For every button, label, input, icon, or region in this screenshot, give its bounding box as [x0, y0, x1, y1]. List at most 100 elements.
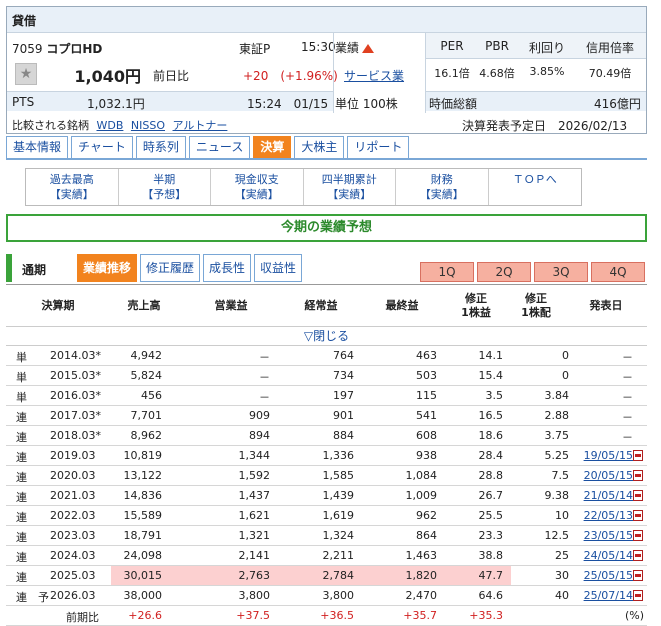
table-header: 決算期 売上高 営業益 経常益 最終益 修正 1株益 修正 1株配 発表日 — [6, 290, 647, 324]
main-tabs: 基本情報 チャート 時系列 ニュース 決算 大株主 リポート — [6, 136, 412, 158]
favorite-star-icon[interactable]: ★ — [15, 63, 37, 85]
pdf-icon[interactable] — [633, 550, 643, 561]
subnav-finance[interactable]: 財務 【実績】 — [396, 169, 489, 205]
yoy-row: 前期比 +26.6 +37.5 +36.5 +35.7 +35.3 (%) — [6, 606, 647, 626]
row-div: 2.88 — [544, 409, 570, 422]
tab-news[interactable]: ニュース — [188, 136, 251, 158]
row-div: 9.38 — [544, 489, 570, 502]
tab-report[interactable]: リポート — [347, 136, 410, 158]
row-sales: 30,015 — [123, 569, 163, 582]
earnings-date: 決算発表予定日 2026/02/13 — [462, 119, 628, 133]
stock-code-name: 7059 コプロHD — [12, 40, 102, 57]
row-net: 1,084 — [405, 469, 438, 482]
row-ord: 901 — [333, 409, 354, 422]
row-eps: 28.8 — [478, 469, 504, 482]
table-row: 連 2024.03 24,098 2,141 2,211 1,463 38.8 25 24/05… — [6, 546, 647, 566]
row-div: 3.75 — [544, 429, 570, 442]
row-ord: 734 — [333, 369, 354, 382]
collapse-link[interactable]: ▽閉じる — [304, 329, 349, 343]
row-date-link[interactable]: 25/05/15 — [584, 569, 633, 582]
pts-time: 15:24 01/15 — [247, 97, 329, 111]
row-type: 連 — [16, 511, 27, 524]
margin-tag: 貸借 — [12, 14, 37, 28]
row-period: 2018.03* — [50, 429, 101, 442]
col-eps: 修正 1株益 — [461, 292, 491, 319]
market-label: 東証P — [239, 42, 271, 56]
row-op: 1,592 — [238, 469, 271, 482]
sector-link[interactable]: サービス業 — [344, 67, 404, 84]
stock-price: 1,040円 — [74, 67, 141, 86]
tab-performance-trend[interactable]: 業績推移 — [77, 254, 138, 282]
row-eps: 26.7 — [478, 489, 504, 502]
row-type: 単 — [16, 371, 27, 384]
row-period: 2019.03 — [50, 449, 96, 462]
subnav-half-year[interactable]: 半期 【予想】 — [119, 169, 211, 205]
tab-underline — [6, 158, 647, 160]
row-op: 894 — [249, 429, 270, 442]
quarter-tab-3q[interactable]: 3Q — [534, 262, 588, 282]
compare-link-altner[interactable]: アルトナー — [173, 119, 228, 132]
row-type: 連 — [16, 491, 27, 504]
row-sales: 10,819 — [123, 449, 163, 462]
yoy-sales: +26.6 — [128, 609, 162, 622]
collapse-toggle[interactable]: ▽閉じる — [6, 326, 647, 346]
row-period: 2015.03* — [50, 369, 101, 382]
row-date: － — [622, 391, 633, 404]
earnings-subnav: 過去最高 【実績】 半期 【予想】 現金収支 【実績】 四半期累計 【実績】 財務 【実績… — [25, 168, 582, 206]
compare-link-wdb[interactable]: WDB — [97, 119, 124, 132]
row-net: 2,470 — [405, 589, 438, 602]
row-ord: 764 — [333, 349, 354, 362]
row-date-link[interactable]: 19/05/15 — [584, 449, 633, 462]
row-ord: 2,211 — [322, 549, 355, 562]
tab-profitability[interactable]: 収益性 — [254, 254, 303, 282]
pdf-icon[interactable] — [633, 470, 643, 481]
subnav-sub: 【実績】 — [234, 188, 279, 201]
row-date-link[interactable]: 22/05/13 — [584, 509, 633, 522]
row-date-link[interactable]: 24/05/14 — [584, 549, 633, 562]
subnav-record-high[interactable]: 過去最高 【実績】 — [26, 169, 119, 205]
compare-link-nisso[interactable]: NISSO — [131, 119, 165, 132]
pdf-icon[interactable] — [633, 490, 643, 501]
row-date-link[interactable]: 21/05/14 — [584, 489, 633, 502]
pdf-icon[interactable] — [633, 450, 643, 461]
pdf-icon[interactable] — [633, 510, 643, 521]
col-date: 発表日 — [589, 299, 623, 312]
up-arrow-icon — [362, 44, 375, 53]
earnings-table: 単 2014.03* 4,942 － 764 463 14.1 0 － 単 2015.03* 5,82… — [6, 346, 647, 626]
market-cap-value: 416億円 — [594, 97, 641, 111]
subnav-quarterly[interactable]: 四半期累計 【実績】 — [304, 169, 396, 205]
row-type: 連 — [16, 531, 27, 544]
tab-shareholders[interactable]: 大株主 — [294, 136, 345, 158]
tab-chart[interactable]: チャート — [71, 136, 133, 158]
quarter-tab-4q[interactable]: 4Q — [591, 262, 645, 282]
tab-earnings[interactable]: 決算 — [253, 136, 292, 158]
row-net: 503 — [416, 369, 437, 382]
pdf-icon[interactable] — [633, 530, 643, 541]
row-eps: 25.5 — [478, 509, 504, 522]
row-ord: 884 — [333, 429, 354, 442]
tab-basic-info[interactable]: 基本情報 — [6, 136, 69, 158]
row-sales: 13,122 — [123, 469, 163, 482]
row-div: 5.25 — [544, 449, 570, 462]
subnav-top[interactable]: ＴＯＰへ — [489, 169, 582, 205]
row-date-link[interactable]: 20/05/15 — [584, 469, 633, 482]
row-div: 40 — [555, 589, 569, 602]
tab-revision-history[interactable]: 修正履歴 — [140, 254, 201, 282]
pdf-icon[interactable] — [633, 590, 643, 601]
row-sales: 38,000 — [123, 589, 163, 602]
row-net: 115 — [416, 389, 437, 402]
quarter-tabs: 1Q 2Q 3Q 4Q — [420, 262, 648, 282]
col-div: 修正 1株配 — [521, 292, 551, 319]
table-row: 連 2018.03* 8,962 894 884 608 18.6 3.75 － — [6, 426, 647, 446]
quarter-tab-1q[interactable]: 1Q — [420, 262, 474, 282]
tab-growth[interactable]: 成長性 — [203, 254, 252, 282]
row-sales: 18,791 — [123, 529, 163, 542]
tab-timeseries[interactable]: 時系列 — [135, 136, 186, 158]
subnav-cashflow[interactable]: 現金収支 【実績】 — [211, 169, 304, 205]
row-date-link[interactable]: 23/05/15 — [584, 529, 633, 542]
quarter-tab-2q[interactable]: 2Q — [477, 262, 531, 282]
row-op: 1,321 — [238, 529, 271, 542]
table-row: 連 予 2026.03 38,000 3,800 3,800 2,470 64.6 40 25/… — [6, 586, 647, 606]
row-date-link[interactable]: 25/07/14 — [584, 589, 633, 602]
pdf-icon[interactable] — [633, 570, 643, 581]
